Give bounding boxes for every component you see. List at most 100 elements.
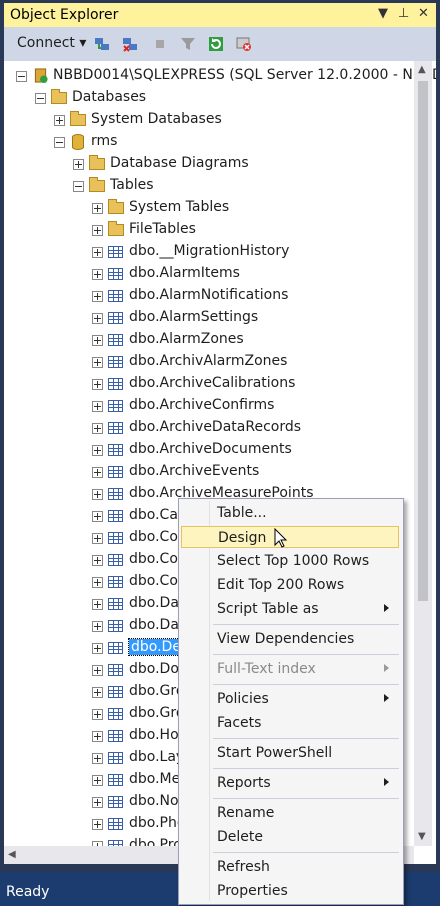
connect-object-explorer-icon[interactable] xyxy=(94,36,110,52)
table-icon xyxy=(108,268,123,280)
expand-toggle[interactable] xyxy=(92,753,103,764)
menu-item-policies[interactable]: Policies xyxy=(181,688,399,710)
expand-toggle[interactable] xyxy=(92,357,103,368)
expand-toggle[interactable] xyxy=(92,709,103,720)
table-label: dbo.AlarmSettings xyxy=(129,309,259,325)
close-icon[interactable]: ✕ xyxy=(418,6,429,21)
expand-toggle[interactable] xyxy=(54,115,65,126)
tree-node-table[interactable]: dbo.ArchivAlarmZones xyxy=(4,351,422,373)
folder-icon xyxy=(89,177,105,192)
table-label: dbo.AlarmZones xyxy=(129,331,244,347)
table-label: dbo.Pho xyxy=(129,815,186,831)
tree-node-table[interactable]: dbo.ArchiveConfirms xyxy=(4,395,422,417)
table-icon xyxy=(108,444,123,456)
menu-item-script-table-as[interactable]: Script Table as xyxy=(181,598,399,620)
expand-toggle[interactable] xyxy=(92,511,103,522)
expand-toggle[interactable] xyxy=(92,401,103,412)
menu-item-select-top-1000[interactable]: Select Top 1000 Rows xyxy=(181,550,399,572)
context-menu: Table... Design Select Top 1000 Rows Edi… xyxy=(178,498,404,905)
expand-toggle[interactable] xyxy=(92,577,103,588)
tree-node-table[interactable]: dbo.ArchiveDocuments xyxy=(4,439,422,461)
expand-toggle[interactable] xyxy=(92,203,103,214)
expand-toggle[interactable] xyxy=(92,379,103,390)
expand-toggle[interactable] xyxy=(92,819,103,830)
menu-item-label: Facets xyxy=(217,715,262,731)
tree-node-table[interactable]: dbo.__MigrationHistory xyxy=(4,241,422,263)
menu-item-label: Full-Text index xyxy=(217,661,316,677)
tree-node-table[interactable]: dbo.AlarmNotifications xyxy=(4,285,422,307)
menu-item-delete[interactable]: Delete xyxy=(181,826,399,848)
expand-toggle[interactable] xyxy=(92,445,103,456)
auto-hide-pin-icon[interactable]: ⊥ xyxy=(398,6,409,21)
menu-item-reports[interactable]: Reports xyxy=(181,772,399,794)
collapse-toggle[interactable] xyxy=(16,71,27,82)
scroll-down-icon[interactable]: ▼ xyxy=(418,831,426,842)
table-label: dbo.Gro xyxy=(129,705,185,721)
tree-node-table[interactable]: dbo.ArchiveCalibrations xyxy=(4,373,422,395)
collapse-toggle[interactable] xyxy=(54,137,65,148)
table-icon xyxy=(108,334,123,346)
expand-toggle[interactable] xyxy=(92,247,103,258)
expand-toggle[interactable] xyxy=(92,665,103,676)
tree-node-filetables[interactable]: FileTables xyxy=(4,219,422,241)
collapse-toggle[interactable] xyxy=(35,93,46,104)
tree-node-database-diagrams[interactable]: Database Diagrams xyxy=(4,153,422,175)
expand-toggle[interactable] xyxy=(92,423,103,434)
disconnect-icon[interactable] xyxy=(122,36,138,52)
menu-item-start-powershell[interactable]: Start PowerShell xyxy=(181,742,399,764)
expand-toggle[interactable] xyxy=(92,731,103,742)
expand-toggle[interactable] xyxy=(92,599,103,610)
activity-monitor-icon[interactable] xyxy=(236,36,252,52)
tree-node-tables[interactable]: Tables xyxy=(4,175,422,197)
menu-item-label: Edit Top 200 Rows xyxy=(217,577,345,593)
menu-item-rename[interactable]: Rename xyxy=(181,802,399,824)
expand-toggle[interactable] xyxy=(92,313,103,324)
vertical-scrollbar[interactable]: ▲ ▼ xyxy=(414,61,432,846)
tree-node-table[interactable]: dbo.ArchiveEvents xyxy=(4,461,422,483)
expand-toggle[interactable] xyxy=(92,621,103,632)
tree-node-system-databases[interactable]: System Databases xyxy=(4,109,422,131)
table-icon xyxy=(108,708,123,720)
menu-item-new-table[interactable]: Table... xyxy=(181,502,399,524)
table-icon xyxy=(108,620,123,632)
connect-button[interactable]: Connect ▾ xyxy=(17,35,86,51)
scroll-left-icon[interactable]: ◀ xyxy=(8,849,16,860)
stop-icon[interactable] xyxy=(152,36,168,52)
expand-toggle[interactable] xyxy=(92,489,103,500)
tree-node-databases[interactable]: Databases xyxy=(4,87,422,109)
expand-toggle[interactable] xyxy=(92,533,103,544)
expand-toggle[interactable] xyxy=(92,291,103,302)
expand-toggle[interactable] xyxy=(92,555,103,566)
expand-toggle[interactable] xyxy=(73,159,84,170)
menu-item-view-dependencies[interactable]: View Dependencies xyxy=(181,628,399,650)
menu-item-design[interactable]: Design xyxy=(181,526,399,548)
tree-node-table[interactable]: dbo.AlarmSettings xyxy=(4,307,422,329)
window-menu-dropdown-icon[interactable]: ▼ xyxy=(378,6,388,21)
filter-icon[interactable] xyxy=(180,36,196,52)
tree-node-system-tables[interactable]: System Tables xyxy=(4,197,422,219)
expand-toggle[interactable] xyxy=(92,687,103,698)
refresh-icon[interactable] xyxy=(208,36,224,52)
menu-item-facets[interactable]: Facets xyxy=(181,712,399,734)
table-label: dbo.ArchiveDocuments xyxy=(129,441,292,457)
tree-node-server[interactable]: NBBD0014\SQLEXPRESS (SQL Server 12.0.200… xyxy=(4,65,436,87)
expand-toggle[interactable] xyxy=(92,269,103,280)
scroll-up-icon[interactable]: ▲ xyxy=(418,64,426,75)
vertical-scroll-thumb[interactable] xyxy=(418,81,428,601)
tree-node-rms[interactable]: rms xyxy=(4,131,422,153)
menu-item-refresh[interactable]: Refresh xyxy=(181,856,399,878)
tree-node-table[interactable]: dbo.ArchiveDataRecords xyxy=(4,417,422,439)
expand-toggle[interactable] xyxy=(92,797,103,808)
table-icon xyxy=(108,246,123,258)
expand-toggle[interactable] xyxy=(92,775,103,786)
tree-node-table[interactable]: dbo.AlarmItems xyxy=(4,263,422,285)
expand-toggle[interactable] xyxy=(92,643,103,654)
expand-toggle[interactable] xyxy=(92,225,103,236)
table-label: dbo.AlarmNotifications xyxy=(129,287,289,303)
menu-item-edit-top-200[interactable]: Edit Top 200 Rows xyxy=(181,574,399,596)
expand-toggle[interactable] xyxy=(92,467,103,478)
expand-toggle[interactable] xyxy=(92,335,103,346)
tree-node-table[interactable]: dbo.AlarmZones xyxy=(4,329,422,351)
collapse-toggle[interactable] xyxy=(73,181,84,192)
menu-item-properties[interactable]: Properties xyxy=(181,880,399,902)
